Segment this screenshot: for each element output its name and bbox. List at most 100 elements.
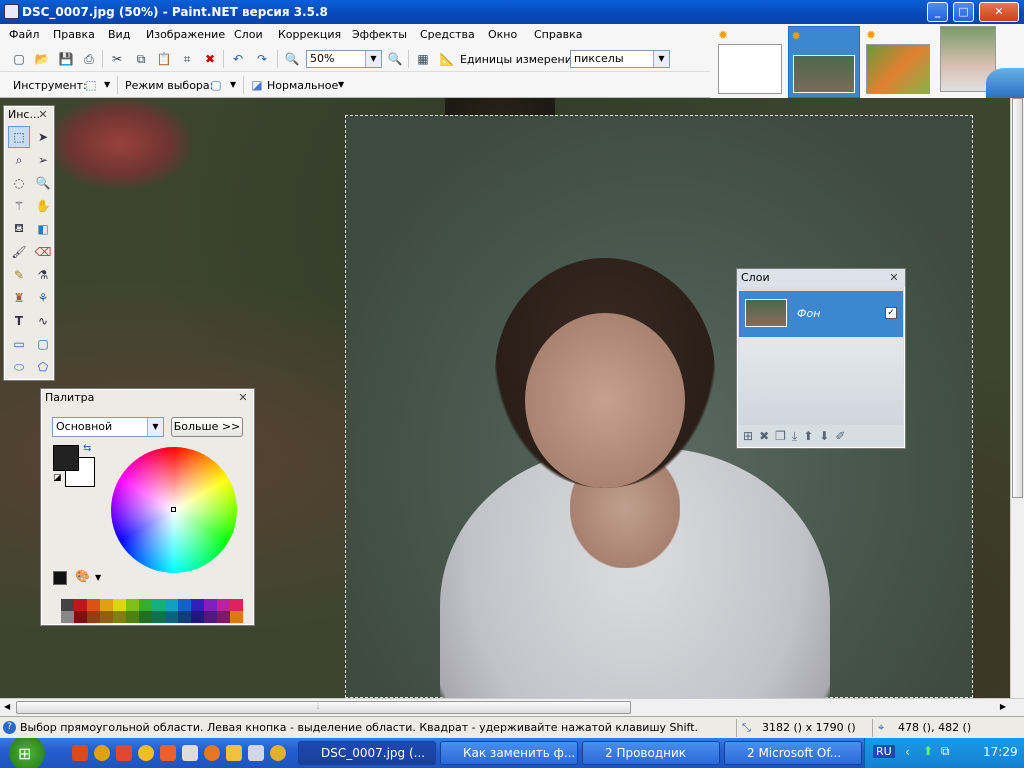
add-color-icon[interactable] xyxy=(53,571,67,585)
menu-edit[interactable]: Правка xyxy=(53,28,95,41)
units-combobox[interactable]: пикселы ▼ xyxy=(570,50,670,68)
canvas-area[interactable]: Инс... ✕ ⬚ ➤ ⌕ ➢ ◌ 🔍 ⚚ ✋ ⛾ ◧ 🖌 ⌫ ✎ ⚗ ♜ ⚘ … xyxy=(0,98,1024,698)
network-icon[interactable]: ⧉ xyxy=(941,744,950,759)
move-layer-up-icon[interactable]: ⬆ xyxy=(803,429,813,445)
layers-panel-title[interactable]: Слои ✕ xyxy=(737,269,905,287)
menu-utilities[interactable]: Средства xyxy=(420,28,475,41)
more-button[interactable]: Больше >> xyxy=(171,417,243,437)
move-layer-down-icon[interactable]: ⬇ xyxy=(819,429,829,445)
add-layer-icon[interactable]: ⊞ xyxy=(743,429,753,445)
ellipse-tool[interactable]: ⬭ xyxy=(8,356,30,378)
palette-panel-title[interactable]: Палитра ✕ xyxy=(41,389,254,407)
layer-visibility-checkbox[interactable]: ✓ xyxy=(885,307,897,319)
quicklaunch-app-icon[interactable] xyxy=(138,745,154,761)
clock[interactable]: 17:29 xyxy=(983,745,1018,759)
text-tool[interactable]: T xyxy=(8,310,30,332)
menu-file[interactable]: Файл xyxy=(9,28,39,41)
rectangle-select-tool[interactable]: ⬚ xyxy=(8,126,30,148)
freeform-shape-tool[interactable]: ⬠ xyxy=(32,356,54,378)
zoom-tool[interactable]: 🔍 xyxy=(32,172,54,194)
rectangle-select-icon[interactable]: ⬚ xyxy=(82,76,100,94)
horizontal-scrollbar[interactable]: ◀ ⦙ ▶ xyxy=(0,698,1024,716)
crop-icon[interactable]: ⌗ xyxy=(178,50,196,68)
gradient-tool[interactable]: ◧ xyxy=(32,218,54,240)
recolor-tool[interactable]: ⚘ xyxy=(32,287,54,309)
blend-mode-value[interactable]: Нормальное xyxy=(267,79,338,92)
zoom-combobox[interactable]: 50% ▼ xyxy=(306,50,382,68)
zoom-out-icon[interactable]: 🔍 xyxy=(283,50,301,68)
lasso-tool[interactable]: ⌕ xyxy=(8,149,30,171)
merge-layer-icon[interactable]: ⤓ xyxy=(792,429,797,445)
palette-menu-icon[interactable]: 🎨 xyxy=(75,569,90,583)
magic-wand-tool[interactable]: ⚚ xyxy=(8,195,30,217)
undo-icon[interactable]: ↶ xyxy=(229,50,247,68)
rounded-rectangle-tool[interactable]: ▢ xyxy=(32,333,54,355)
menu-image[interactable]: Изображение xyxy=(146,28,225,41)
menu-help[interactable]: Справка xyxy=(534,28,582,41)
save-icon[interactable]: 💾 xyxy=(57,50,75,68)
chevron-down-icon[interactable]: ▼ xyxy=(653,51,669,67)
grid-icon[interactable]: ▦ xyxy=(414,50,432,68)
minimize-button[interactable]: _ xyxy=(927,2,948,22)
deselect-icon[interactable]: ✖ xyxy=(201,50,219,68)
vertical-scrollbar[interactable] xyxy=(1010,98,1024,698)
image-tab-blank[interactable] xyxy=(718,44,782,94)
palette-swatches[interactable] xyxy=(61,599,243,623)
image-tab-leaves[interactable] xyxy=(866,44,930,94)
chevron-down-icon[interactable]: ▼ xyxy=(95,573,101,582)
taskbar-button-paintnet[interactable]: DSC_0007.jpg (... xyxy=(298,741,436,765)
scroll-thumb[interactable]: ⦙ xyxy=(16,701,631,714)
delete-layer-icon[interactable]: ✖ xyxy=(759,429,769,445)
duplicate-layer-icon[interactable]: ❐ xyxy=(775,429,786,445)
zoom-in-icon[interactable]: 🔍 xyxy=(386,50,404,68)
layer-properties-icon[interactable]: ✐ xyxy=(835,429,845,445)
layer-row[interactable]: Фон ✓ xyxy=(739,291,903,337)
taskbar-button-explorer[interactable]: 2 Проводник xyxy=(582,741,720,765)
chevron-down-icon[interactable]: ▼ xyxy=(147,418,163,436)
quicklaunch-app-icon[interactable] xyxy=(116,745,132,761)
quicklaunch-folder-icon[interactable] xyxy=(226,745,242,761)
clone-stamp-tool[interactable]: ♜ xyxy=(8,287,30,309)
image-tab-active[interactable]: ✹ xyxy=(788,26,860,98)
move-selected-tool[interactable]: ➢ xyxy=(32,149,54,171)
paintbrush-tool[interactable]: 🖌 xyxy=(8,241,30,263)
move-selection-tool[interactable]: ➤ xyxy=(32,126,54,148)
quicklaunch-app-icon[interactable] xyxy=(182,745,198,761)
ruler-icon[interactable]: 📐 xyxy=(438,50,456,68)
redo-icon[interactable]: ↷ xyxy=(253,50,271,68)
quicklaunch-app-icon[interactable] xyxy=(270,745,286,761)
reset-colors-icon[interactable]: ◪ xyxy=(53,473,62,483)
close-button[interactable]: ✕ xyxy=(979,2,1019,22)
chevron-down-icon[interactable]: ▼ xyxy=(104,80,110,89)
menu-effects[interactable]: Эффекты xyxy=(352,28,407,41)
blend-mode-icon[interactable]: ◪ xyxy=(248,76,266,94)
close-icon[interactable]: ✕ xyxy=(887,271,901,285)
palette-mode-select[interactable]: Основной ▼ xyxy=(52,417,164,437)
scroll-right-icon[interactable]: ▶ xyxy=(1000,702,1006,711)
chevron-left-icon[interactable]: ‹ xyxy=(905,745,910,759)
paste-icon[interactable]: 📋 xyxy=(155,50,173,68)
pencil-tool[interactable]: ✎ xyxy=(8,264,30,286)
selection-mode-icon[interactable]: ▢ xyxy=(207,76,225,94)
ellipse-select-tool[interactable]: ◌ xyxy=(8,172,30,194)
open-icon[interactable]: 📂 xyxy=(33,50,51,68)
tools-panel-title[interactable]: Инс... ✕ xyxy=(4,106,54,124)
print-icon[interactable]: ⎙ xyxy=(80,50,98,68)
swap-colors-icon[interactable]: ⇆ xyxy=(83,443,91,454)
menu-view[interactable]: Вид xyxy=(108,28,130,41)
line-curve-tool[interactable]: ∿ xyxy=(32,310,54,332)
quicklaunch-browser-icon[interactable] xyxy=(94,745,110,761)
tray-update-icon[interactable]: ⬆ xyxy=(923,744,933,758)
pan-tool[interactable]: ✋ xyxy=(32,195,54,217)
scroll-next-icon[interactable] xyxy=(986,68,1024,98)
quicklaunch-app-icon[interactable] xyxy=(248,745,264,761)
scroll-left-icon[interactable]: ◀ xyxy=(4,702,10,711)
chevron-down-icon[interactable]: ▼ xyxy=(365,51,381,67)
taskbar-button-firefox[interactable]: Как заменить ф... xyxy=(440,741,578,765)
cut-icon[interactable]: ✂ xyxy=(108,50,126,68)
language-indicator[interactable]: RU xyxy=(873,745,895,758)
scroll-thumb[interactable] xyxy=(1012,98,1023,498)
quicklaunch-firefox-icon[interactable] xyxy=(160,745,176,761)
rectangle-tool[interactable]: ▭ xyxy=(8,333,30,355)
color-picker-tool[interactable]: ⚗ xyxy=(32,264,54,286)
